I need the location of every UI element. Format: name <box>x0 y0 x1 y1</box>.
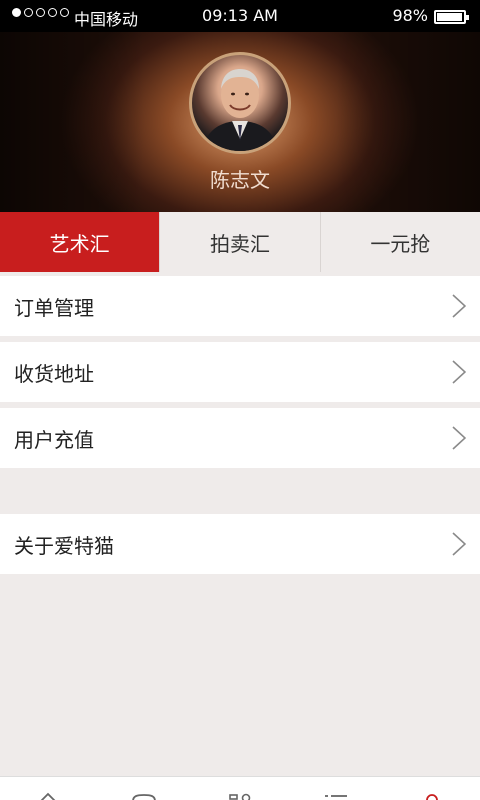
bottom-nav <box>0 776 480 800</box>
category-icon[interactable] <box>225 791 255 800</box>
category-tabs: 艺术汇 拍卖汇 一元抢 <box>0 212 480 272</box>
tab-one-yuan[interactable]: 一元抢 <box>319 212 480 272</box>
signal-strength-icon <box>12 8 69 17</box>
signal-dot <box>60 8 69 17</box>
battery-icon <box>434 10 469 24</box>
chevron-right-icon <box>452 532 466 556</box>
person-avatar-icon <box>202 69 278 151</box>
status-bar: 中国移动 09:13 AM 98% <box>0 0 480 32</box>
menu-item-orders[interactable]: 订单管理 <box>0 276 480 336</box>
chevron-right-icon <box>452 294 466 318</box>
tab-auction[interactable]: 拍卖汇 <box>159 212 320 272</box>
menu-item-label: 收货地址 <box>14 361 94 386</box>
signal-dot <box>48 8 57 17</box>
carrier-name: 中国移动 <box>74 10 139 29</box>
chevron-right-icon <box>452 426 466 450</box>
signal-dot <box>12 8 21 17</box>
profile-icon[interactable] <box>417 791 447 800</box>
chevron-right-icon <box>452 360 466 384</box>
menu-item-address[interactable]: 收货地址 <box>0 342 480 402</box>
menu-item-label: 订单管理 <box>14 295 94 320</box>
menu-item-label: 用户充值 <box>14 427 94 452</box>
profile-header: 陈志文 <box>0 32 480 212</box>
list-icon[interactable] <box>321 791 351 800</box>
menu-item-label: 关于爱特猫 <box>14 533 114 558</box>
menu-item-about[interactable]: 关于爱特猫 <box>0 514 480 574</box>
signal-dot <box>24 8 33 17</box>
tab-art[interactable]: 艺术汇 <box>0 212 160 272</box>
user-name: 陈志文 <box>210 168 270 192</box>
menu-item-recharge[interactable]: 用户充值 <box>0 408 480 468</box>
chat-icon[interactable] <box>129 791 159 800</box>
battery-percentage: 98% <box>392 6 428 25</box>
battery-fill <box>437 13 462 21</box>
home-icon[interactable] <box>33 791 63 800</box>
avatar[interactable] <box>189 52 291 154</box>
signal-dot <box>36 8 45 17</box>
